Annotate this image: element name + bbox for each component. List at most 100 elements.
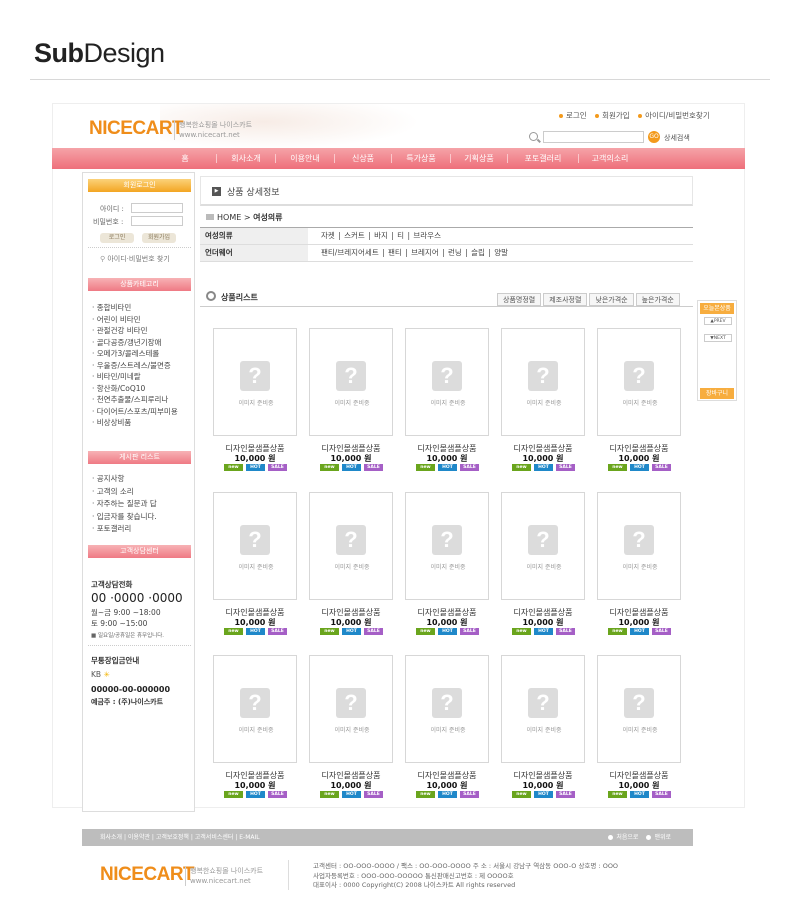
password-label: 비밀번호 : bbox=[93, 218, 124, 226]
product-thumbnail[interactable]: ? 이미지 준비중 bbox=[309, 328, 393, 436]
next-button[interactable]: ▼NEXT bbox=[704, 334, 732, 342]
sort-by-name[interactable]: 상품명정렬 bbox=[497, 293, 542, 306]
search-go-button[interactable]: GO bbox=[648, 131, 660, 143]
sort-tabs: 상품명정렬 제조사정렬 낮은가격순 높은가격순 bbox=[497, 293, 680, 306]
placeholder-image-icon: ? bbox=[432, 361, 462, 391]
category-item[interactable]: 관절건강 비타민 bbox=[92, 325, 178, 337]
product-thumbnail[interactable]: ? 이미지 준비중 bbox=[501, 492, 585, 600]
password-input[interactable] bbox=[131, 216, 183, 226]
footer-links[interactable]: 회사소개 | 이용약관 | 고객보호정책 | 고객서비스센터 | E-MAIL bbox=[100, 829, 260, 846]
sale-badge: SALE bbox=[268, 791, 287, 798]
product-thumbnail[interactable]: ? 이미지 준비중 bbox=[309, 655, 393, 763]
site-logo[interactable]: NICECART bbox=[89, 118, 184, 140]
product-price: 10,000 원 bbox=[618, 781, 660, 790]
category-item[interactable]: 비상상비품 bbox=[92, 417, 178, 429]
no-image-text: 이미지 준비중 bbox=[430, 400, 466, 407]
product-badges: new HOT SALE bbox=[224, 628, 287, 635]
product-badges: new HOT SALE bbox=[416, 464, 479, 471]
go-top-link[interactable]: 맨위로 bbox=[654, 834, 671, 841]
no-image-text: 이미지 준비중 bbox=[622, 727, 658, 734]
nav-photo-gallery[interactable]: 포토갤러리 bbox=[508, 153, 578, 164]
category-item[interactable]: 골다공증/갱년기장애 bbox=[92, 337, 178, 349]
placeholder-image-icon: ? bbox=[624, 361, 654, 391]
nav-planned-products[interactable]: 기획상품 bbox=[451, 153, 507, 164]
subcategory-table: 여성의류 자켓 | 스커트 | 바지 | 티 | 브라우스 언더웨어 팬티/브레… bbox=[200, 227, 693, 262]
product-thumbnail[interactable]: ? 이미지 준비중 bbox=[405, 328, 489, 436]
board-item[interactable]: 공지사항 bbox=[92, 473, 157, 486]
hot-badge: HOT bbox=[342, 628, 361, 635]
nav-home[interactable]: 홈 bbox=[170, 153, 200, 164]
footer-bar: 회사소개 | 이용약관 | 고객보호정책 | 고객서비스센터 | E-MAIL … bbox=[82, 829, 693, 846]
product-thumbnail[interactable]: ? 이미지 준비중 bbox=[501, 655, 585, 763]
category-item[interactable]: 어린이 비타민 bbox=[92, 314, 178, 326]
category-item[interactable]: 우울증/스트레스/불면증 bbox=[92, 360, 178, 372]
search-input[interactable] bbox=[543, 131, 644, 143]
breadcrumb-home[interactable]: HOME bbox=[217, 213, 241, 222]
id-input[interactable] bbox=[131, 203, 183, 213]
product-price: 10,000 원 bbox=[234, 781, 276, 790]
board-item[interactable]: 고객의 소리 bbox=[92, 486, 157, 499]
product-thumbnail[interactable]: ? 이미지 준비중 bbox=[597, 328, 681, 436]
placeholder-image-icon: ? bbox=[528, 525, 558, 555]
product-thumbnail[interactable]: ? 이미지 준비중 bbox=[501, 328, 585, 436]
join-link[interactable]: 회원가입 bbox=[595, 111, 630, 120]
cs-title: 고객상담센터 bbox=[88, 545, 191, 558]
go-first-link[interactable]: 처음으로 bbox=[616, 834, 638, 841]
bank-account: 00000-00-000000 bbox=[91, 685, 171, 694]
login-link[interactable]: 로그인 bbox=[559, 111, 587, 120]
nav-new-products[interactable]: 신상품 bbox=[335, 153, 391, 164]
category-item[interactable]: 오메가3/콜레스테롤 bbox=[92, 348, 178, 360]
sort-by-maker[interactable]: 제조사정렬 bbox=[543, 293, 588, 306]
nav-guide[interactable]: 이용안내 bbox=[276, 153, 334, 164]
find-account-link[interactable]: 아이디/비밀번호찾기 bbox=[638, 111, 710, 120]
category-item[interactable]: 종합비타민 bbox=[92, 302, 178, 314]
board-item[interactable]: 포토갤러리 bbox=[92, 523, 157, 536]
sort-by-low-price[interactable]: 낮은가격순 bbox=[589, 293, 634, 306]
find-account-link[interactable]: ⚲ 아이디·비밀번호 찾기 bbox=[100, 254, 170, 264]
product-badges: new HOT SALE bbox=[416, 791, 479, 798]
product-thumbnail[interactable]: ? 이미지 준비중 bbox=[309, 492, 393, 600]
nav-customer-voice[interactable]: 고객의소리 bbox=[579, 153, 641, 164]
new-badge: new bbox=[416, 628, 435, 635]
cart-button[interactable]: 장바구니 bbox=[700, 388, 734, 399]
sale-badge: SALE bbox=[364, 464, 383, 471]
category-item[interactable]: 항산화/CoQ10 bbox=[92, 383, 178, 395]
sort-by-high-price[interactable]: 높은가격순 bbox=[635, 293, 680, 306]
category-item[interactable]: 다이어트/스포츠/피부미용 bbox=[92, 406, 178, 418]
category-item[interactable]: 천연추출물/스피루리나 bbox=[92, 394, 178, 406]
board-item[interactable]: 입금자를 찾습니다. bbox=[92, 511, 157, 524]
nav-special-products[interactable]: 특가상품 bbox=[392, 153, 450, 164]
product-thumbnail[interactable]: ? 이미지 준비중 bbox=[213, 492, 297, 600]
new-badge: new bbox=[512, 464, 531, 471]
footer-right-links: 처음으로 맨위로 bbox=[600, 829, 671, 846]
top-links: 로그인 회원가입 아이디/비밀번호찾기 bbox=[553, 110, 710, 121]
footer-logo[interactable]: NICECART bbox=[100, 864, 195, 886]
nav-company[interactable]: 회사소개 bbox=[217, 153, 275, 164]
product-thumbnail[interactable]: ? 이미지 준비중 bbox=[405, 655, 489, 763]
hot-badge: HOT bbox=[630, 628, 649, 635]
product-badges: new HOT SALE bbox=[224, 791, 287, 798]
product-badges: new HOT SALE bbox=[512, 628, 575, 635]
join-button[interactable]: 회원가입 bbox=[142, 233, 176, 243]
product-thumbnail[interactable]: ? 이미지 준비중 bbox=[405, 492, 489, 600]
new-badge: new bbox=[416, 791, 435, 798]
product-thumbnail[interactable]: ? 이미지 준비중 bbox=[597, 655, 681, 763]
no-image-text: 이미지 준비중 bbox=[430, 564, 466, 571]
product-badges: new HOT SALE bbox=[224, 464, 287, 471]
product-price: 10,000 원 bbox=[426, 781, 468, 790]
breadcrumb-current: 여성의류 bbox=[253, 213, 283, 222]
advanced-search-link[interactable]: 상세검색 bbox=[664, 133, 690, 143]
new-badge: new bbox=[320, 464, 339, 471]
no-image-text: 이미지 준비중 bbox=[238, 564, 274, 571]
login-button[interactable]: 로그인 bbox=[100, 233, 134, 243]
prev-button[interactable]: ▲PREV bbox=[704, 317, 732, 325]
new-badge: new bbox=[320, 628, 339, 635]
category-item[interactable]: 비타민/미네랄 bbox=[92, 371, 178, 383]
placeholder-image-icon: ? bbox=[432, 525, 462, 555]
board-item[interactable]: 자주하는 질문과 답 bbox=[92, 498, 157, 511]
product-thumbnail[interactable]: ? 이미지 준비중 bbox=[597, 492, 681, 600]
product-thumbnail[interactable]: ? 이미지 준비중 bbox=[213, 328, 297, 436]
arrow-icon: ▶ bbox=[212, 187, 221, 196]
page-title: 상품 상세정보 bbox=[227, 188, 280, 198]
product-thumbnail[interactable]: ? 이미지 준비중 bbox=[213, 655, 297, 763]
